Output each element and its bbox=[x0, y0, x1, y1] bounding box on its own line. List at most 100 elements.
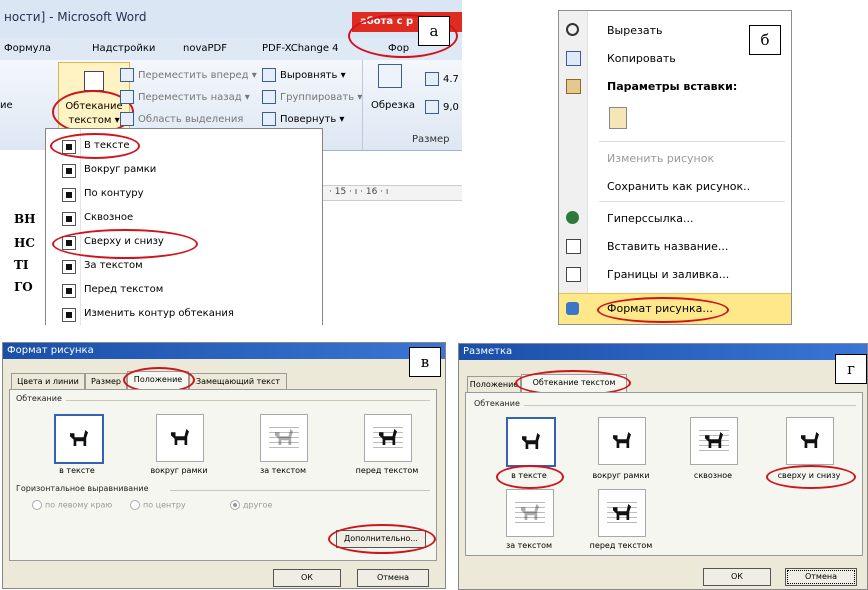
doc-text-2: НС bbox=[14, 236, 35, 250]
menu-item-label: Вокруг рамки bbox=[84, 164, 157, 175]
tab-size[interactable]: Размер bbox=[85, 373, 127, 390]
edit-wrap-points-icon bbox=[62, 308, 76, 322]
paste-option-icon[interactable] bbox=[609, 107, 627, 129]
rotate-label: Повернуть ▾ bbox=[280, 114, 345, 125]
wrap-group-label: Обтекание bbox=[474, 399, 520, 408]
ok-button[interactable]: ОК bbox=[703, 568, 771, 586]
wrap-label-behind: за текстом bbox=[259, 466, 307, 475]
height-field[interactable]: 4.7 bbox=[425, 72, 459, 86]
layout-dialog: Разметка г Положение Обтекание текстом О… bbox=[458, 343, 868, 590]
layout-wrap-square[interactable] bbox=[598, 417, 646, 465]
radio-label: по левому краю bbox=[45, 500, 113, 510]
ok-button[interactable]: ОК bbox=[273, 569, 341, 587]
align-label: Выровнять ▾ bbox=[280, 70, 346, 81]
tab-pdf-xchange[interactable]: PDF-XChange 4 bbox=[262, 43, 339, 54]
group-divider bbox=[66, 400, 430, 401]
doc-text-3: ТІ bbox=[14, 258, 29, 272]
panel-letter-g: г bbox=[835, 354, 867, 384]
context-item-save-as-picture[interactable]: Сохранить как рисунок.. bbox=[559, 173, 791, 199]
wrap-group-label: Обтекание bbox=[16, 394, 62, 403]
context-item-label: Границы и заливка... bbox=[607, 268, 730, 281]
halign-center-radio[interactable]: по центру bbox=[130, 500, 186, 510]
menu-item-tight[interactable]: По контуру bbox=[46, 183, 322, 207]
wrap-label-behind: за текстом bbox=[505, 541, 553, 550]
tab-alt-text[interactable]: Замещающий текст bbox=[189, 373, 287, 390]
radio-icon bbox=[130, 500, 140, 510]
layout-wrap-in-line[interactable] bbox=[506, 417, 556, 467]
wrap-option-behind[interactable] bbox=[260, 414, 308, 462]
wrap-option-in-front[interactable] bbox=[364, 414, 412, 462]
tab-colors-lines[interactable]: Цвета и линии bbox=[11, 373, 85, 390]
layout-wrap-through[interactable] bbox=[690, 417, 738, 465]
cancel-button[interactable]: Отмена bbox=[357, 569, 429, 587]
context-item-insert-caption[interactable]: Вставить название... bbox=[559, 233, 791, 259]
picture-context-menu: б Вырезать Копировать Параметры вставки:… bbox=[558, 10, 792, 325]
tab-addins[interactable]: Надстройки bbox=[92, 43, 155, 54]
halign-left-radio[interactable]: по левому краю bbox=[32, 500, 112, 510]
crop-icon[interactable] bbox=[378, 64, 402, 88]
context-item-change-picture: Изменить рисунок bbox=[559, 145, 791, 171]
menu-item-behind[interactable]: За текстом bbox=[46, 255, 322, 279]
height-icon bbox=[425, 72, 439, 86]
wrap-label-front: перед текстом bbox=[589, 541, 653, 550]
bring-forward-icon bbox=[120, 68, 134, 82]
horizontal-ruler: · 15 · ı · 16 · ı bbox=[321, 185, 462, 201]
borders-icon bbox=[566, 267, 581, 282]
context-item-label: Вырезать bbox=[607, 24, 663, 37]
rotate-button[interactable]: Повернуть ▾ bbox=[262, 112, 344, 126]
width-value: 9,0 bbox=[443, 102, 459, 113]
menu-item-edit-wrap-points[interactable]: Изменить контур обтекания bbox=[46, 303, 322, 325]
tab-novapdf[interactable]: novaPDF bbox=[183, 43, 227, 54]
group-label: Группировать ▾ bbox=[280, 92, 363, 103]
dog-icon bbox=[801, 432, 819, 448]
crop-label[interactable]: Обрезка bbox=[371, 100, 415, 111]
context-item-borders[interactable]: Границы и заливка... bbox=[559, 261, 791, 287]
context-item-cut[interactable]: Вырезать bbox=[559, 17, 791, 43]
align-button[interactable]: Выровнять ▾ bbox=[262, 68, 346, 82]
window-title: ности] - Microsoft Word bbox=[4, 10, 147, 24]
halign-other-radio[interactable]: другое bbox=[230, 500, 272, 510]
menu-item-label: Сквозное bbox=[84, 212, 134, 223]
selection-pane-icon bbox=[120, 112, 134, 126]
wrap-option-in-line[interactable] bbox=[54, 414, 104, 464]
group-button[interactable]: Группировать ▾ bbox=[262, 90, 362, 104]
layout-wrap-in-front[interactable] bbox=[598, 489, 646, 537]
copy-icon bbox=[566, 51, 581, 66]
width-field[interactable]: 9,0 bbox=[425, 100, 459, 114]
menu-item-through[interactable]: Сквозное bbox=[46, 207, 322, 231]
cancel-button[interactable]: Отмена bbox=[785, 568, 857, 586]
group-divider bbox=[170, 490, 430, 491]
hyperlink-icon bbox=[566, 211, 579, 224]
menu-item-square[interactable]: Вокруг рамки bbox=[46, 159, 322, 183]
layout-wrap-top-bottom[interactable] bbox=[786, 417, 834, 465]
menu-item-in-front[interactable]: Перед текстом bbox=[46, 279, 322, 303]
dog-icon bbox=[171, 429, 189, 445]
menu-item-label: Перед текстом bbox=[84, 284, 164, 295]
wrap-option-square[interactable] bbox=[156, 414, 204, 462]
radio-icon bbox=[32, 500, 42, 510]
context-item-hyperlink[interactable]: Гиперссылка... bbox=[559, 205, 791, 231]
bring-forward-button[interactable]: Переместить вперед ▾ bbox=[120, 68, 257, 82]
send-backward-button[interactable]: Переместить назад ▾ bbox=[120, 90, 250, 104]
wrap-front-icon bbox=[62, 284, 76, 298]
group-divider bbox=[524, 405, 856, 406]
context-item-paste-keep[interactable] bbox=[559, 103, 791, 135]
document-area: ВН НС ТІ ГО bbox=[0, 150, 45, 325]
highlight-in-line bbox=[50, 133, 140, 159]
radio-icon bbox=[230, 500, 240, 510]
selection-pane-button[interactable]: Область выделения bbox=[120, 112, 243, 126]
dog-icon bbox=[613, 432, 631, 448]
format-picture-dialog: Формат рисунка в Цвета и линии Размер По… bbox=[2, 342, 446, 589]
context-item-label: Вставить название... bbox=[607, 240, 729, 253]
doc-text-4: ГО bbox=[14, 280, 33, 294]
context-item-copy[interactable]: Копировать bbox=[559, 45, 791, 71]
align-icon bbox=[262, 68, 276, 82]
highlight-in-line-label bbox=[496, 465, 564, 489]
highlight-format-picture bbox=[597, 297, 729, 323]
dialog-tab-body: Обтекание в тексте вокруг рамки сквозное… bbox=[465, 392, 863, 556]
caption-icon bbox=[566, 239, 581, 254]
layout-wrap-behind[interactable] bbox=[506, 489, 554, 537]
tab-formula[interactable]: Формула bbox=[4, 43, 51, 54]
ruler-ticks: · 15 · ı · 16 · ı bbox=[329, 187, 389, 197]
tab-position[interactable]: Положение bbox=[467, 376, 521, 393]
